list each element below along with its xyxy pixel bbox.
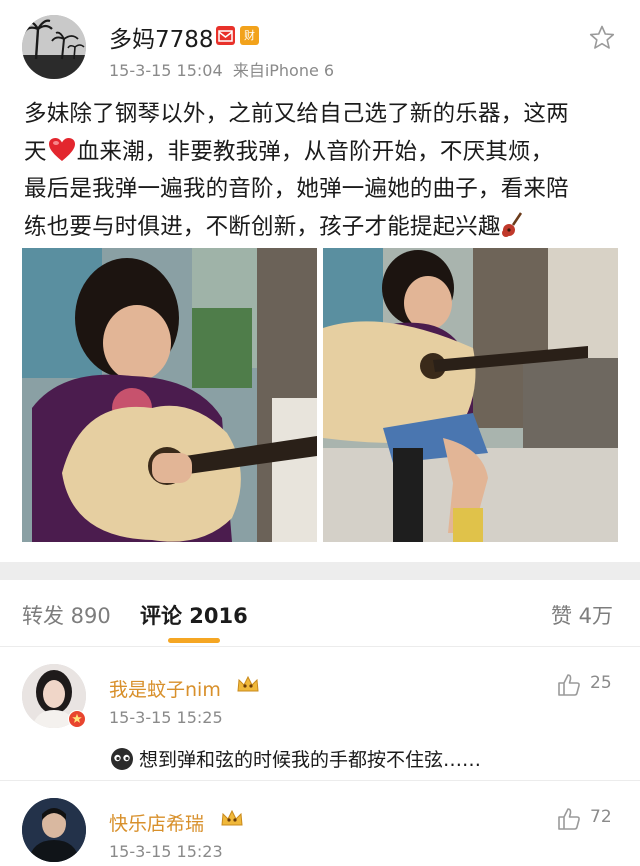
commenter-photo bbox=[22, 798, 86, 862]
post-photo-1[interactable] bbox=[22, 248, 317, 542]
comment-tab[interactable]: 评论 2016 bbox=[140, 600, 248, 630]
post-line: 最后是我弹一遍我的音阶，她弹一遍她的曲子，看来陪 bbox=[24, 176, 569, 202]
thumbs-up-icon bbox=[558, 808, 580, 830]
girl-on-stool-guitar-photo bbox=[323, 248, 618, 542]
like-tab[interactable]: 赞 4万 bbox=[551, 600, 613, 630]
comment-timestamp: 15-3-15 15:25 bbox=[109, 708, 223, 727]
envelope-badge-icon bbox=[216, 26, 235, 45]
vip-crown-icon bbox=[237, 675, 259, 692]
post-photo-2[interactable] bbox=[323, 248, 618, 542]
comment-text: 想到弹和弦的时候我的手都按不住弦…… bbox=[109, 745, 481, 772]
post-line: 练也要与时俱进，不断创新，孩子才能提起兴趣 bbox=[24, 209, 624, 247]
verified-badge-icon bbox=[68, 710, 86, 728]
comment-timestamp: 15-3-15 15:23 bbox=[109, 842, 223, 861]
favorite-star-icon[interactable] bbox=[588, 24, 616, 52]
comment-item: 我是蚊子nim 15-3-15 15:25 想到弹和弦的时候我的手都按不住弦……… bbox=[0, 660, 640, 780]
post-line: 天血来潮，非要教我弹，从音阶开始，不厌其烦， bbox=[24, 137, 554, 165]
commenter-name[interactable]: 我是蚊子nim bbox=[109, 675, 221, 702]
post-source: 来自iPhone 6 bbox=[232, 61, 335, 80]
comment-divider bbox=[0, 780, 640, 781]
repost-tab[interactable]: 转发 890 bbox=[22, 600, 111, 630]
comment-item: 快乐店希瑞 15-3-15 15:23 72 bbox=[0, 794, 640, 866]
palm-tree-avatar-image bbox=[22, 15, 86, 79]
thumbs-up-icon bbox=[558, 674, 580, 696]
weibo-post: 多妈7788 财 15-3-15 15:04 来自iPhone 6 多妹除了钢琴… bbox=[0, 0, 640, 562]
comment-like-count: 25 bbox=[590, 673, 612, 693]
comment-like-button[interactable]: 72 bbox=[556, 806, 626, 832]
section-divider bbox=[0, 562, 640, 580]
wealth-badge-icon: 财 bbox=[240, 26, 259, 45]
vip-crown-icon bbox=[221, 809, 243, 826]
post-stats-bar: 转发 890 评论 2016 赞 4万 bbox=[0, 580, 640, 646]
post-body: 多妹除了钢琴以外，之前又给自己选了新的乐器，这两 天血来潮，非要教我弹，从音阶开… bbox=[24, 96, 624, 246]
comment-like-button[interactable]: 25 bbox=[556, 672, 626, 698]
guitar-emoji-icon bbox=[501, 211, 522, 237]
girl-playing-guitar-photo bbox=[22, 248, 317, 542]
post-line: 多妹除了钢琴以外，之前又给自己选了新的乐器，这两 bbox=[24, 101, 569, 127]
post-timestamp: 15-3-15 15:04 bbox=[109, 61, 223, 80]
commenter-avatar[interactable] bbox=[22, 798, 86, 862]
author-name[interactable]: 多妈7788 bbox=[109, 20, 214, 54]
active-tab-indicator bbox=[168, 638, 220, 643]
author-avatar[interactable] bbox=[22, 15, 86, 79]
stats-divider bbox=[0, 646, 640, 647]
heart-emoji-icon bbox=[48, 137, 75, 161]
comment-like-count: 72 bbox=[590, 807, 612, 827]
commenter-name[interactable]: 快乐店希瑞 bbox=[109, 809, 204, 836]
post-meta: 15-3-15 15:04 来自iPhone 6 bbox=[109, 57, 334, 81]
smirk-emoji-icon bbox=[111, 748, 133, 770]
